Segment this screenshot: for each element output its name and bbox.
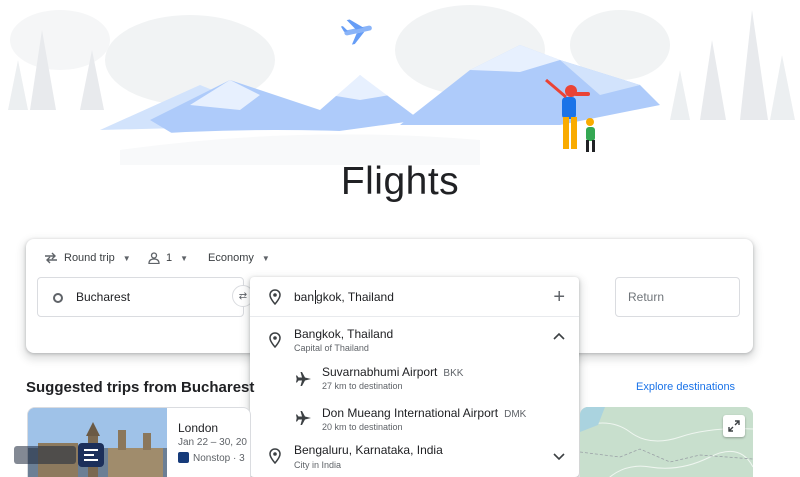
airport-code: DMK — [504, 409, 527, 420]
trip-type-label: Round trip — [64, 252, 115, 264]
suggestion-name: Bengaluru, Karnataka, India — [294, 443, 443, 457]
round-trip-icon — [45, 252, 57, 264]
airplane-icon — [296, 411, 311, 425]
airport-code: BKK — [443, 368, 464, 379]
expand-map-button[interactable] — [723, 415, 745, 437]
suggestion-subtitle: City in India — [294, 460, 342, 470]
add-destination-icon[interactable]: + — [553, 287, 565, 307]
destinations-map[interactable] — [580, 407, 753, 477]
location-pin-icon — [269, 448, 281, 464]
caret-down-icon: ▼ — [122, 253, 131, 263]
explore-destinations-link[interactable]: Explore destinations — [636, 381, 735, 393]
suggested-trips-heading: Suggested trips from Bucharest — [26, 379, 255, 396]
destination-autocomplete: ban gkok, Thailand + Bangkok, Thailand Ca… — [250, 277, 579, 477]
origin-circle-icon — [53, 293, 63, 303]
location-pin-icon — [269, 332, 281, 348]
passengers-select[interactable]: 1 ▼ — [148, 249, 188, 267]
caret-down-icon: ▼ — [180, 253, 189, 263]
suggestion-airport-bkk[interactable]: Suvarnabhumi Airport BKK 27 km to destina… — [250, 360, 579, 400]
chevron-up-icon[interactable] — [553, 331, 565, 343]
destination-text-after-cursor: gkok, Thailand — [316, 289, 394, 304]
suggestion-name: Suvarnabhumi Airport BKK — [322, 365, 464, 379]
return-date-input[interactable]: Return — [615, 277, 740, 317]
cabin-class-label: Economy — [208, 252, 254, 264]
origin-input[interactable]: Bucharest — [37, 277, 244, 317]
suggestion-name: Don Mueang International Airport DMK — [322, 406, 527, 420]
passengers-count: 1 — [166, 252, 173, 264]
suggestion-subtitle: 20 km to destination — [322, 422, 403, 432]
location-pin-icon — [269, 289, 281, 305]
trip-dates: Jan 22 – 30, 20 — [178, 437, 247, 448]
cabin-class-select[interactable]: Economy ▼ — [208, 249, 270, 267]
suggestion-city-bengaluru[interactable]: Bengaluru, Karnataka, India City in Indi… — [250, 442, 579, 477]
return-placeholder: Return — [628, 290, 665, 304]
suggestion-name: Bangkok, Thailand — [294, 327, 394, 341]
watermark-logo — [14, 442, 104, 468]
origin-value: Bucharest — [76, 290, 131, 304]
chevron-down-icon[interactable] — [553, 452, 565, 464]
suggestion-subtitle: 27 km to destination — [322, 381, 403, 391]
expand-icon — [728, 420, 740, 432]
trip-type-select[interactable]: Round trip ▼ — [44, 249, 131, 267]
page-title: Flights — [340, 160, 460, 203]
suggestion-city-bangkok[interactable]: Bangkok, Thailand Capital of Thailand — [250, 318, 579, 360]
person-icon — [148, 252, 160, 264]
trip-stops: Nonstop · 3 — [178, 452, 245, 464]
suggestion-subtitle: Capital of Thailand — [294, 343, 369, 353]
destination-input[interactable]: ban gkok, Thailand + — [250, 277, 579, 317]
hero-illustration — [0, 0, 800, 165]
airplane-icon — [296, 372, 311, 386]
caret-down-icon: ▼ — [261, 253, 270, 263]
trip-city: London — [178, 421, 219, 435]
airline-logo-icon — [178, 452, 189, 463]
destination-text-before-cursor: ban — [294, 289, 315, 304]
suggestion-airport-dmk[interactable]: Don Mueang International Airport DMK 20 k… — [250, 400, 579, 442]
swap-arrows-icon: ⇄ — [238, 290, 248, 302]
